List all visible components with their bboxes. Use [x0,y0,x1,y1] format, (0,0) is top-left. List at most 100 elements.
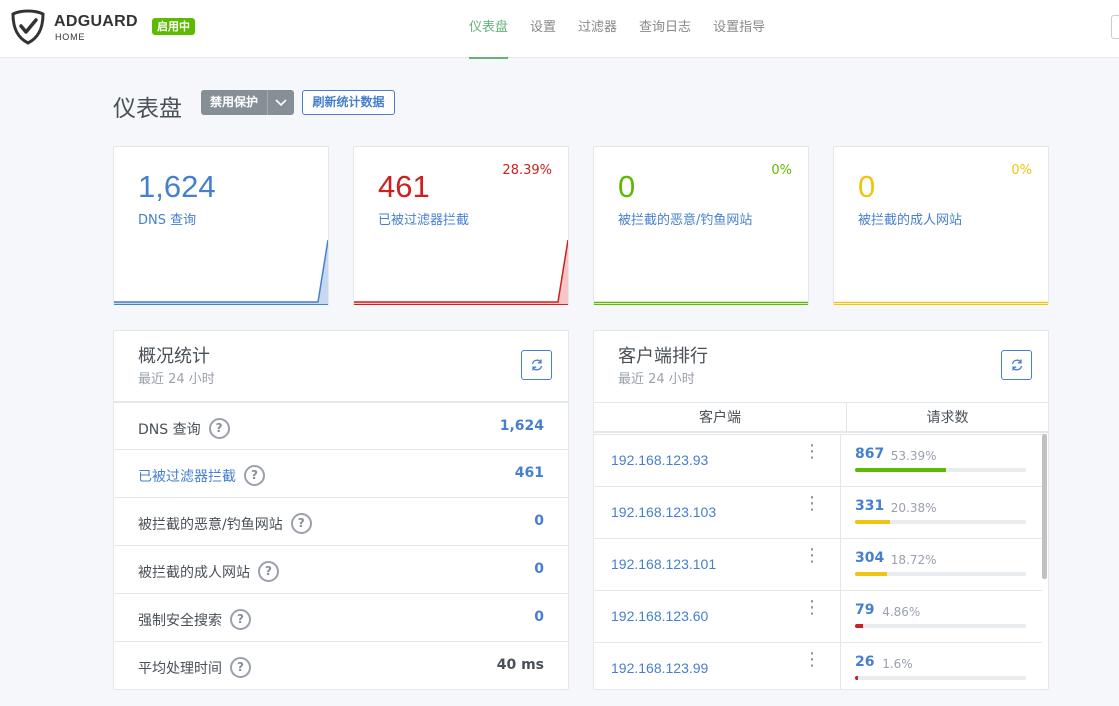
stats-row-blocked-adult: 被拦截的成人网站? 0 [114,545,568,593]
disable-protection-label[interactable]: 禁用保护 [201,90,267,115]
clients-table-scrollbar[interactable] [1042,434,1047,579]
stats-row-label: 平均处理时间? [138,657,251,678]
stats-row-label: DNS 查询? [138,418,230,439]
request-progress-fill [855,520,890,524]
column-header-requests[interactable]: 请求数 [847,403,1048,431]
panel-title: 概况统计 [138,346,210,367]
table-row: 192.168.123.103 ⋮ 331 20.38% [594,486,1042,539]
more-options-icon[interactable]: ⋮ [803,599,821,617]
column-divider [840,435,841,487]
client-ip-link[interactable]: 192.168.123.101 [611,556,716,572]
stat-label: 已被过滤器拦截 [378,213,470,228]
stat-percent: 0% [1011,163,1032,178]
stats-row-value[interactable]: 461 [515,465,544,481]
client-ip-link[interactable]: 192.168.123.99 [611,660,708,676]
request-count: 304 [855,550,885,566]
request-count: 331 [855,498,885,514]
nav-setup-guide[interactable]: 设置指导 [702,0,776,58]
column-divider [840,487,841,539]
help-icon[interactable]: ? [258,561,279,582]
request-percent: 20.38% [890,501,937,515]
sparkline-area [114,240,328,304]
stat-card-blocked-filters: 461 已被过滤器拦截 28.39% [353,146,569,305]
request-progress-bar [855,572,1026,576]
more-options-icon[interactable]: ⋮ [803,443,821,461]
stats-row-safe-search: 强制安全搜索? 0 [114,593,568,641]
help-icon[interactable]: ? [290,513,312,534]
column-header-client[interactable]: 客户端 [594,403,847,431]
stat-percent: 28.39% [502,163,552,178]
sparkline-line [354,239,568,303]
stat-percent: 0% [771,163,792,178]
stat-label: 被拦截的恶意/钓鱼网站 [618,213,753,228]
protection-status-badge: 启用中 [152,18,195,35]
help-icon[interactable]: ? [208,418,230,439]
nav-dashboard[interactable]: 仪表盘 [458,0,519,59]
stat-value: 0 [618,169,636,204]
stats-row-label-text[interactable]: 已被过滤器拦截 [138,466,236,486]
stats-row-label-text: 强制安全搜索 [138,612,222,629]
table-row: 192.168.123.93 ⋮ 867 53.39% [594,434,1042,487]
request-progress-fill [855,676,858,680]
table-row: 192.168.123.101 ⋮ 304 18.72% [594,538,1042,591]
client-ip-link[interactable]: 192.168.123.60 [611,608,708,624]
sparkline-chart [594,301,808,304]
refresh-stats-button[interactable]: 刷新统计数据 [302,90,395,115]
sparkline-chart [354,239,568,304]
stat-value: 1,624 [138,169,216,204]
panel-subtitle: 最近 24 小时 [618,372,695,387]
brand-name: ADGUARD [54,13,138,30]
request-percent: 4.86% [882,605,921,619]
stats-row-value[interactable]: 0 [534,609,544,625]
chevron-down-icon[interactable] [267,90,294,115]
stat-label: DNS 查询 [138,213,197,228]
nav-query-log[interactable]: 查询日志 [628,0,702,58]
stats-row-blocked-malware: 被拦截的恶意/钓鱼网站? 0 [114,497,568,545]
request-progress-bar [855,468,1026,472]
request-count: 867 [855,446,885,462]
header-right-button[interactable] [1111,15,1119,39]
stats-row-value[interactable]: 1,624 [500,418,544,434]
stats-row-avg-time: 平均处理时间? 40 ms [114,641,568,689]
more-options-icon[interactable]: ⋮ [803,495,821,513]
stats-row-label-text: DNS 查询 [138,421,201,438]
brand-subtitle: HOME [55,32,86,42]
client-ip-link[interactable]: 192.168.123.93 [611,452,708,468]
nav-settings[interactable]: 设置 [519,0,567,58]
top-clients-panel: 客户端排行 最近 24 小时 客户端 请求数 192.168.123.93 ⋮ 86… [593,330,1049,690]
more-options-icon[interactable]: ⋮ [803,651,821,669]
stat-label: 被拦截的成人网站 [858,213,963,228]
client-ip-link[interactable]: 192.168.123.103 [611,504,716,520]
stats-row-blocked-filters: 已被过滤器拦截? 461 [114,449,568,497]
page-title: 仪表盘 [113,96,182,122]
request-progress-fill [855,572,887,576]
stats-row-dns-queries: DNS 查询? 1,624 [114,401,568,449]
disable-protection-button[interactable]: 禁用保护 [201,90,294,115]
help-icon[interactable]: ? [230,657,251,678]
stats-row-value[interactable]: 0 [534,561,544,577]
table-row: 192.168.123.60 ⋮ 79 4.86% [594,590,1042,643]
refresh-icon[interactable] [521,350,552,380]
help-icon[interactable]: ? [244,465,265,486]
column-divider [840,539,841,591]
request-percent: 1.6% [882,657,913,671]
panel-subtitle: 最近 24 小时 [138,372,215,387]
request-progress-fill [855,468,947,472]
stats-row-label: 强制安全搜索? [138,609,251,630]
stats-row-value: 40 ms [496,657,544,673]
sparkline-area [354,240,568,304]
panel-title: 客户端排行 [618,346,708,367]
refresh-icon[interactable] [1001,350,1032,380]
nav-filters[interactable]: 过滤器 [567,0,628,58]
stat-value: 461 [378,169,430,204]
column-divider [840,643,841,689]
stats-row-label[interactable]: 已被过滤器拦截? [138,465,265,486]
stats-row-value[interactable]: 0 [534,513,544,529]
sparkline-chart [114,239,328,304]
overview-panel: 概况统计 最近 24 小时 DNS 查询? 1,624 已被过滤器拦截? 461… [113,330,569,690]
top-header: ADGUARD HOME 启用中 仪表盘 设置 过滤器 查询日志 设置指导 [0,0,1119,59]
adguard-shield-logo-icon[interactable] [11,9,45,45]
help-icon[interactable]: ? [230,609,251,630]
more-options-icon[interactable]: ⋮ [803,547,821,565]
column-divider [840,591,841,643]
